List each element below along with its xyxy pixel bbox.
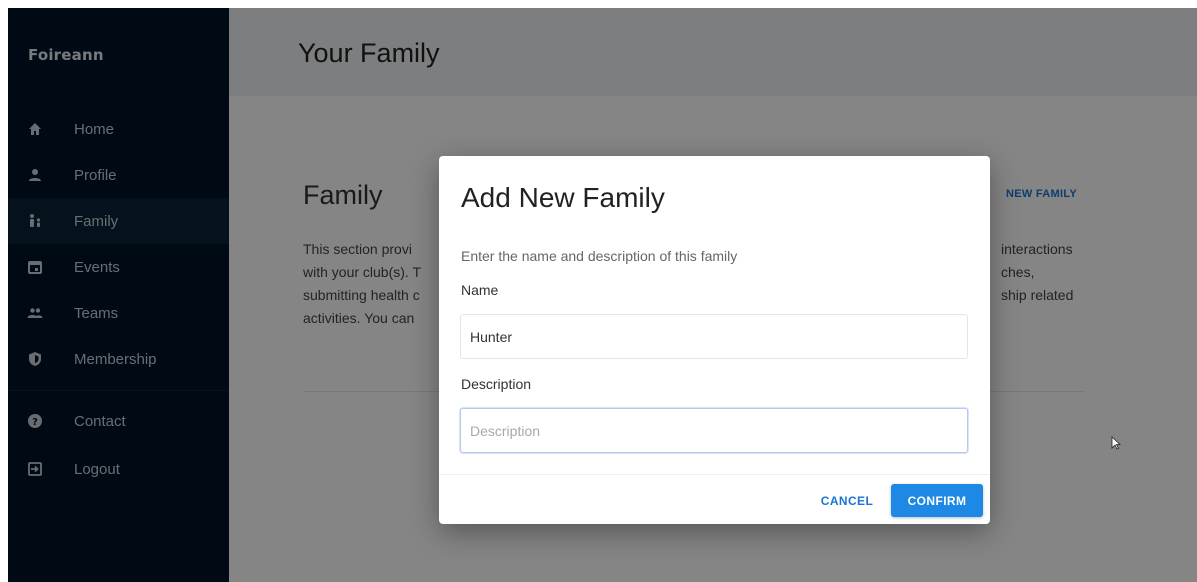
name-label: Name	[461, 282, 499, 298]
cancel-button[interactable]: CANCEL	[813, 484, 881, 517]
confirm-button[interactable]: CONFIRM	[891, 484, 983, 517]
dialog-title: Add New Family	[461, 182, 665, 213]
dialog-description: Enter the name and description of this f…	[461, 248, 738, 264]
description-field[interactable]	[460, 408, 968, 453]
description-label: Description	[461, 376, 532, 392]
add-family-dialog: Add New Family Enter the name and descri…	[439, 156, 990, 524]
name-field[interactable]	[460, 314, 968, 359]
dialog-footer-divider	[439, 474, 990, 475]
mouse-cursor-icon	[1111, 436, 1121, 450]
